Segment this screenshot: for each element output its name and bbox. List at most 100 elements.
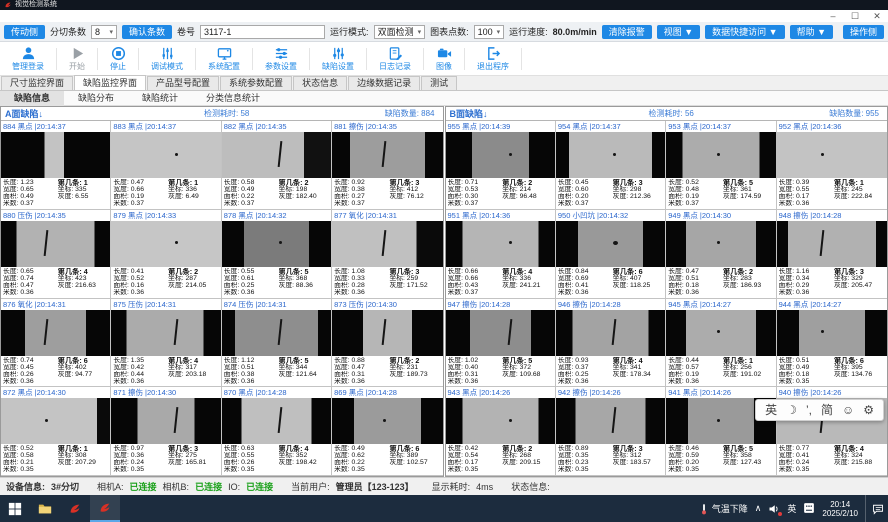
app-icon-active[interactable] (90, 495, 120, 522)
hidden-icons-button[interactable]: ∧ (755, 503, 762, 514)
coordinate: 坐标: 298 (613, 186, 664, 193)
defect-card[interactable]: 949 黑点 |20:14:30长度: 0.47宽度: 0.51面积: 0.18… (666, 210, 776, 299)
defect-card[interactable]: 876 氧化 |20:14:31长度: 0.74宽度: 0.45面积: 0.26… (1, 299, 111, 388)
data-access-menu-button[interactable]: 数据快捷访问 ▼ (705, 25, 784, 39)
defect-mark-icon (717, 419, 720, 422)
defect-card[interactable]: 869 黑点 |20:14:28长度: 0.49宽度: 0.62面积: 0.22… (332, 387, 442, 476)
sub-tab[interactable]: 缺陷分布 (64, 91, 128, 106)
defect-card-info: 长度: 1.16宽度: 0.34面积: 0.29米数: 0.36第几条: 3坐标… (777, 267, 887, 298)
ime-emoji-icon[interactable]: ☺ (842, 399, 854, 421)
main-tab[interactable]: 系统参数配置 (220, 76, 292, 90)
defect-card[interactable]: 870 黑点 |20:14:28长度: 0.63宽度: 0.55面积: 0.26… (222, 387, 332, 476)
ime-punctuation-button[interactable]: ’, (806, 399, 812, 421)
ime-simplified-button[interactable]: 简 (821, 399, 833, 421)
main-tab[interactable]: 测试 (421, 76, 457, 90)
sub-tab[interactable]: 缺陷统计 (128, 91, 192, 106)
roll-number-input[interactable] (200, 25, 325, 39)
sub-tab[interactable]: 缺陷信息 (0, 91, 64, 106)
defect-card[interactable]: 880 压伤 |20:14:35长度: 0.65宽度: 0.74面积: 0.47… (1, 210, 111, 299)
defect-card[interactable]: 882 黑点 |20:14:35长度: 0.58宽度: 0.49面积: 0.22… (222, 121, 332, 210)
maximize-button[interactable]: ☐ (844, 10, 866, 22)
metric-row: 宽度: 0.33 (334, 275, 389, 282)
sub-tab[interactable]: 分类信息统计 (192, 91, 274, 106)
defect-card[interactable]: 878 黑点 |20:14:32长度: 0.55宽度: 0.61面积: 0.25… (222, 210, 332, 299)
main-tab[interactable]: 缺陷监控界面 (74, 75, 146, 90)
defect-card[interactable]: 955 黑点 |20:14:39长度: 0.71宽度: 0.53面积: 0.30… (446, 121, 556, 210)
chart-points-select[interactable]: 100▾ (474, 25, 505, 39)
main-tab[interactable]: 尺寸监控界面 (1, 76, 73, 90)
start-button[interactable] (0, 495, 30, 522)
defect-card[interactable]: 873 压伤 |20:14:30长度: 0.88宽度: 0.47面积: 0.31… (332, 299, 442, 388)
defect-card[interactable]: 950 小凹坑 |20:14:32长度: 0.84宽度: 0.69面积: 0.4… (556, 210, 666, 299)
metric-row: 面积: 0.49 (3, 193, 58, 200)
clear-alarm-button[interactable]: 清除报警 (602, 25, 652, 39)
view-menu-button[interactable]: 视图 ▼ (657, 25, 700, 39)
close-button[interactable]: ✕ (866, 10, 888, 22)
file-explorer-icon[interactable] (30, 495, 60, 522)
log-icon (388, 46, 403, 61)
defect-card[interactable]: 947 擦伤 |20:14:28长度: 1.02宽度: 0.40面积: 0.31… (446, 299, 556, 388)
run-mode-select[interactable]: 双面检测▾ (374, 25, 426, 39)
app-icon[interactable] (60, 495, 90, 522)
main-tab[interactable]: 边缘数据记录 (348, 76, 420, 90)
toolbar-debug-button[interactable]: 调试模式 (139, 46, 195, 71)
defect-card[interactable]: 879 黑点 |20:14:33长度: 0.41宽度: 0.52面积: 0.16… (111, 210, 221, 299)
defect-card[interactable]: 946 擦伤 |20:14:28长度: 0.93宽度: 0.37面积: 0.25… (556, 299, 666, 388)
defect-card-info: 长度: 0.55宽度: 0.61面积: 0.25米数: 0.36第几条: 5坐标… (222, 267, 331, 298)
action-center-icon[interactable] (865, 495, 884, 522)
minimize-button[interactable]: – (822, 10, 844, 22)
toolbar-exit-button[interactable]: 退出程序 (465, 46, 521, 71)
defect-card[interactable]: 884 黑点 |20:14:37长度: 1.23宽度: 0.65面积: 0.49… (1, 121, 111, 210)
coordinate: 坐标: 412 (389, 186, 440, 193)
defect-metrics: 长度: 0.42宽度: 0.54面积: 0.17米数: 0.35 (448, 445, 503, 474)
toolbar-camera-button[interactable]: 图像 (424, 46, 464, 71)
operation-side-button[interactable]: 操作侧 (843, 25, 884, 39)
defect-card[interactable]: 943 黑点 |20:14:26长度: 0.42宽度: 0.54面积: 0.17… (446, 387, 556, 476)
strip-number: 第几条: 5 (723, 179, 774, 186)
drive-side-button[interactable]: 传动侧 (4, 25, 45, 39)
toolbar-sliders-v-button[interactable]: 缺陷设置 (310, 46, 366, 71)
toolbar-log-button[interactable]: 日志记录 (367, 46, 423, 71)
main-tab[interactable]: 产品型号配置 (147, 76, 219, 90)
defect-card[interactable]: 875 压伤 |20:14:31长度: 1.35宽度: 0.42面积: 0.44… (111, 299, 221, 388)
ime-moon-icon[interactable]: ☽ (786, 399, 797, 421)
ime-language-indicator[interactable]: 英 (787, 502, 796, 515)
ime-keyboard-icon[interactable] (803, 502, 815, 516)
defect-card-header: 869 黑点 |20:14:28 (332, 387, 442, 398)
toolbar-sliders-h-button[interactable]: 参数设置 (253, 46, 309, 71)
defect-card[interactable]: 952 黑点 |20:14:36长度: 0.39宽度: 0.55面积: 0.17… (777, 121, 887, 210)
defect-card[interactable]: 872 黑点 |20:14:30长度: 0.52宽度: 0.58面积: 0.21… (1, 387, 111, 476)
gray-value: 灰度: 205.47 (834, 282, 885, 289)
metric-row: 面积: 0.20 (668, 459, 723, 466)
defect-card[interactable]: 871 擦伤 |20:14:30长度: 0.97宽度: 0.36面积: 0.24… (111, 387, 221, 476)
defect-card[interactable]: 953 黑点 |20:14:37长度: 0.52宽度: 0.48面积: 0.19… (666, 121, 776, 210)
taskbar-clock[interactable]: 20:14 2025/2/10 (822, 500, 858, 518)
defect-card[interactable]: 944 黑点 |20:14:27长度: 0.51宽度: 0.49面积: 0.18… (777, 299, 887, 388)
defect-card[interactable]: 942 擦伤 |20:14:26长度: 0.89宽度: 0.35面积: 0.23… (556, 387, 666, 476)
slit-count-select[interactable]: 8▾ (91, 25, 117, 39)
metric-row: 面积: 0.31 (334, 371, 389, 378)
defect-card[interactable]: 874 压伤 |20:14:31长度: 1.12宽度: 0.51面积: 0.38… (222, 299, 332, 388)
help-menu-button[interactable]: 帮助 ▼ (790, 25, 833, 39)
volume-icon[interactable] (768, 503, 780, 515)
toolbar-monitor-button[interactable]: 系统配置 (196, 46, 252, 71)
toolbar-user-button[interactable]: 管理登录 (0, 46, 56, 71)
defect-card[interactable]: 951 黑点 |20:14:36长度: 0.66宽度: 0.66面积: 0.43… (446, 210, 556, 299)
defect-metrics: 长度: 0.58宽度: 0.49面积: 0.22米数: 0.37 (224, 179, 279, 208)
ime-settings-icon[interactable]: ⚙ (863, 399, 874, 421)
main-tab[interactable]: 状态信息 (293, 76, 347, 90)
coordinate: 坐标: 214 (502, 186, 553, 193)
toolbar-stop-button[interactable]: 停止 (98, 46, 138, 71)
speed-label: 运行速度: (509, 25, 548, 38)
defect-card[interactable]: 877 氧化 |20:14:31长度: 1.08宽度: 0.33面积: 0.28… (332, 210, 442, 299)
weather-widget[interactable]: 气温下降 (698, 502, 748, 515)
defect-card[interactable]: 945 黑点 |20:14:27长度: 0.44宽度: 0.57面积: 0.19… (666, 299, 776, 388)
toolbar-button-label: 缺陷设置 (322, 62, 354, 71)
defect-card[interactable]: 954 黑点 |20:14:37长度: 0.45宽度: 0.60面积: 0.20… (556, 121, 666, 210)
defect-card[interactable]: 881 擦伤 |20:14:35长度: 0.92宽度: 0.38面积: 0.27… (332, 121, 442, 210)
confirm-count-button[interactable]: 确认条数 (122, 25, 172, 39)
defect-card[interactable]: 948 擦伤 |20:14:28长度: 1.16宽度: 0.34面积: 0.29… (777, 210, 887, 299)
toolbar-play-button[interactable]: 开始 (57, 46, 97, 71)
ime-english-button[interactable]: 英 (765, 399, 777, 421)
defect-card[interactable]: 883 黑点 |20:14:37长度: 0.47宽度: 0.66面积: 0.19… (111, 121, 221, 210)
